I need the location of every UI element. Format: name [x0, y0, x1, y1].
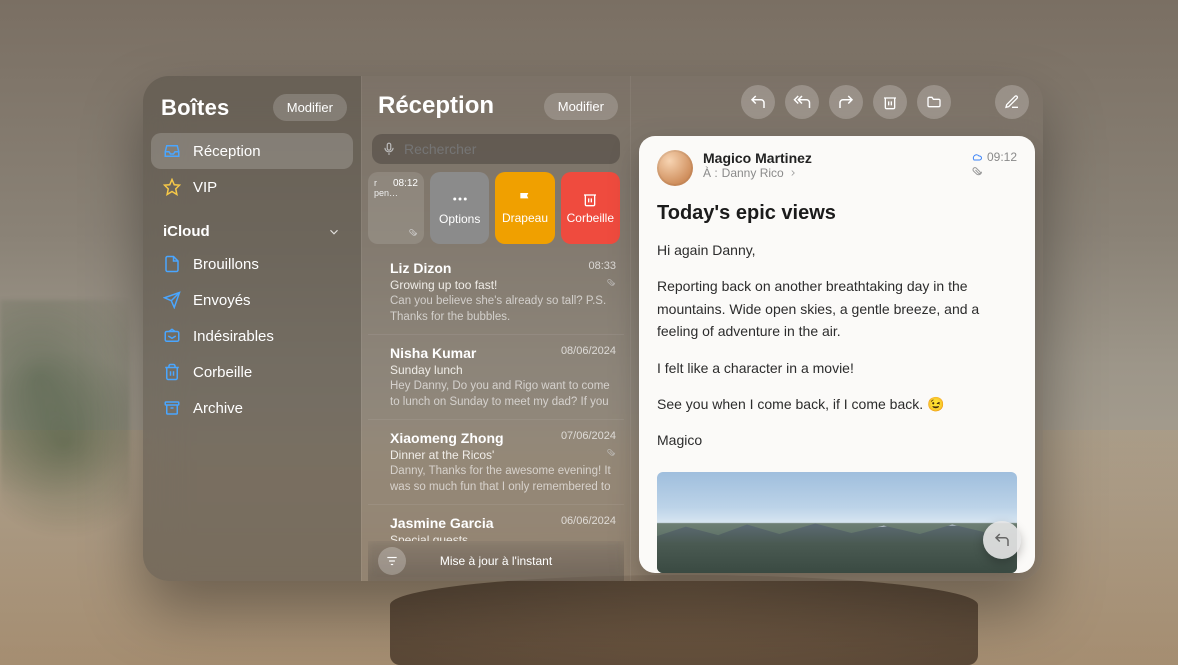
status-bar: Mise à jour à l'instant	[368, 541, 624, 581]
attachment-image[interactable]	[657, 472, 1017, 573]
tray-icon	[163, 142, 181, 160]
sidebar-item-junk[interactable]: Indésirables	[151, 318, 353, 354]
forward-button[interactable]	[829, 85, 863, 119]
compose-icon	[1004, 94, 1020, 110]
swiped-message-peek[interactable]: 08:12 r pen…	[368, 172, 424, 244]
sidebar-item-label: Brouillons	[193, 256, 259, 273]
list-edit-button[interactable]: Modifier	[544, 93, 618, 120]
detail-time: 09:12	[987, 150, 1017, 164]
sidebar-item-inbox[interactable]: Réception	[151, 133, 353, 169]
swipe-options-button[interactable]: Options	[430, 172, 489, 244]
reply-all-button[interactable]	[785, 85, 819, 119]
message-item[interactable]: Nisha Kumar 08/06/2024 Sunday lunch Hey …	[368, 334, 624, 419]
sidebar-item-trash[interactable]: Corbeille	[151, 354, 353, 390]
paperclip-icon	[408, 228, 418, 238]
paperclip-icon	[971, 166, 1017, 178]
sidebar-item-label: Corbeille	[193, 364, 252, 381]
search-input[interactable]	[404, 141, 610, 157]
reply-icon	[749, 93, 767, 111]
flag-icon	[517, 191, 533, 207]
junk-icon	[163, 327, 181, 345]
sidebar-item-label: VIP	[193, 179, 217, 196]
quick-reply-button[interactable]	[983, 521, 1021, 559]
sidebar-item-label: Archive	[193, 400, 243, 417]
folder-icon	[926, 94, 942, 110]
sidebar-item-label: Envoyés	[193, 292, 251, 309]
detail-column: Magico Martinez À : Danny Rico	[631, 76, 1043, 581]
message-toolbar	[631, 76, 1043, 128]
swipe-flag-button[interactable]: Drapeau	[495, 172, 554, 244]
paperclip-icon	[606, 448, 616, 458]
message-list-column: Réception Modifier 08:12 r pen… Options	[361, 76, 631, 581]
chevron-down-icon	[327, 225, 341, 239]
paperclip-icon	[606, 278, 616, 288]
status-text: Mise à jour à l'instant	[440, 554, 552, 568]
archive-icon	[163, 399, 181, 417]
trash-icon	[163, 363, 181, 381]
sidebar-item-vip[interactable]: VIP	[151, 169, 353, 205]
microphone-icon	[382, 142, 396, 156]
mail-window: Boîtes Modifier Réception VIP iCloud	[143, 76, 1043, 581]
chevron-right-icon	[788, 168, 798, 178]
detail-sender: Magico Martinez	[703, 150, 961, 166]
document-icon	[163, 255, 181, 273]
message-item[interactable]: Jasmine Garcia 06/06/2024 Special guests…	[368, 504, 624, 541]
sidebar-item-archive[interactable]: Archive	[151, 390, 353, 426]
message-item[interactable]: Xiaomeng Zhong 07/06/2024 Dinner at the …	[368, 419, 624, 504]
delete-button[interactable]	[873, 85, 907, 119]
sidebar-item-sent[interactable]: Envoyés	[151, 282, 353, 318]
reply-icon	[993, 531, 1011, 549]
forward-icon	[837, 93, 855, 111]
swiped-message-row: 08:12 r pen… Options Drapeau	[368, 172, 620, 244]
search-field[interactable]	[372, 134, 620, 164]
move-button[interactable]	[917, 85, 951, 119]
message-detail: Magico Martinez À : Danny Rico	[639, 136, 1035, 573]
sidebar-item-label: Indésirables	[193, 328, 274, 345]
reply-button[interactable]	[741, 85, 775, 119]
sidebar-title: Boîtes	[161, 95, 229, 121]
message-item[interactable]: Liz Dizon 08:33 Growing up too fast! Can…	[368, 250, 624, 334]
trash-icon	[582, 191, 598, 207]
reply-all-icon	[793, 93, 811, 111]
detail-recipients[interactable]: À : Danny Rico	[703, 166, 961, 180]
filter-icon	[385, 554, 399, 568]
paperplane-icon	[163, 291, 181, 309]
detail-subject: Today's epic views	[657, 202, 1017, 225]
star-icon	[163, 178, 181, 196]
ellipsis-icon	[451, 190, 469, 208]
sidebar-section-icloud[interactable]: iCloud	[151, 205, 353, 246]
sender-avatar[interactable]	[657, 150, 693, 186]
message-list: Liz Dizon 08:33 Growing up too fast! Can…	[368, 250, 624, 541]
cloud-icon	[971, 151, 983, 163]
swipe-trash-button[interactable]: Corbeille	[561, 172, 620, 244]
compose-button[interactable]	[995, 85, 1029, 119]
trash-icon	[882, 94, 898, 110]
mailboxes-sidebar: Boîtes Modifier Réception VIP iCloud	[143, 76, 361, 581]
list-title: Réception	[378, 92, 494, 120]
detail-body: Hi again Danny, Reporting back on anothe…	[657, 239, 1017, 466]
filter-button[interactable]	[378, 547, 406, 575]
sidebar-item-drafts[interactable]: Brouillons	[151, 246, 353, 282]
sidebar-edit-button[interactable]: Modifier	[273, 94, 347, 121]
sidebar-item-label: Réception	[193, 143, 261, 160]
